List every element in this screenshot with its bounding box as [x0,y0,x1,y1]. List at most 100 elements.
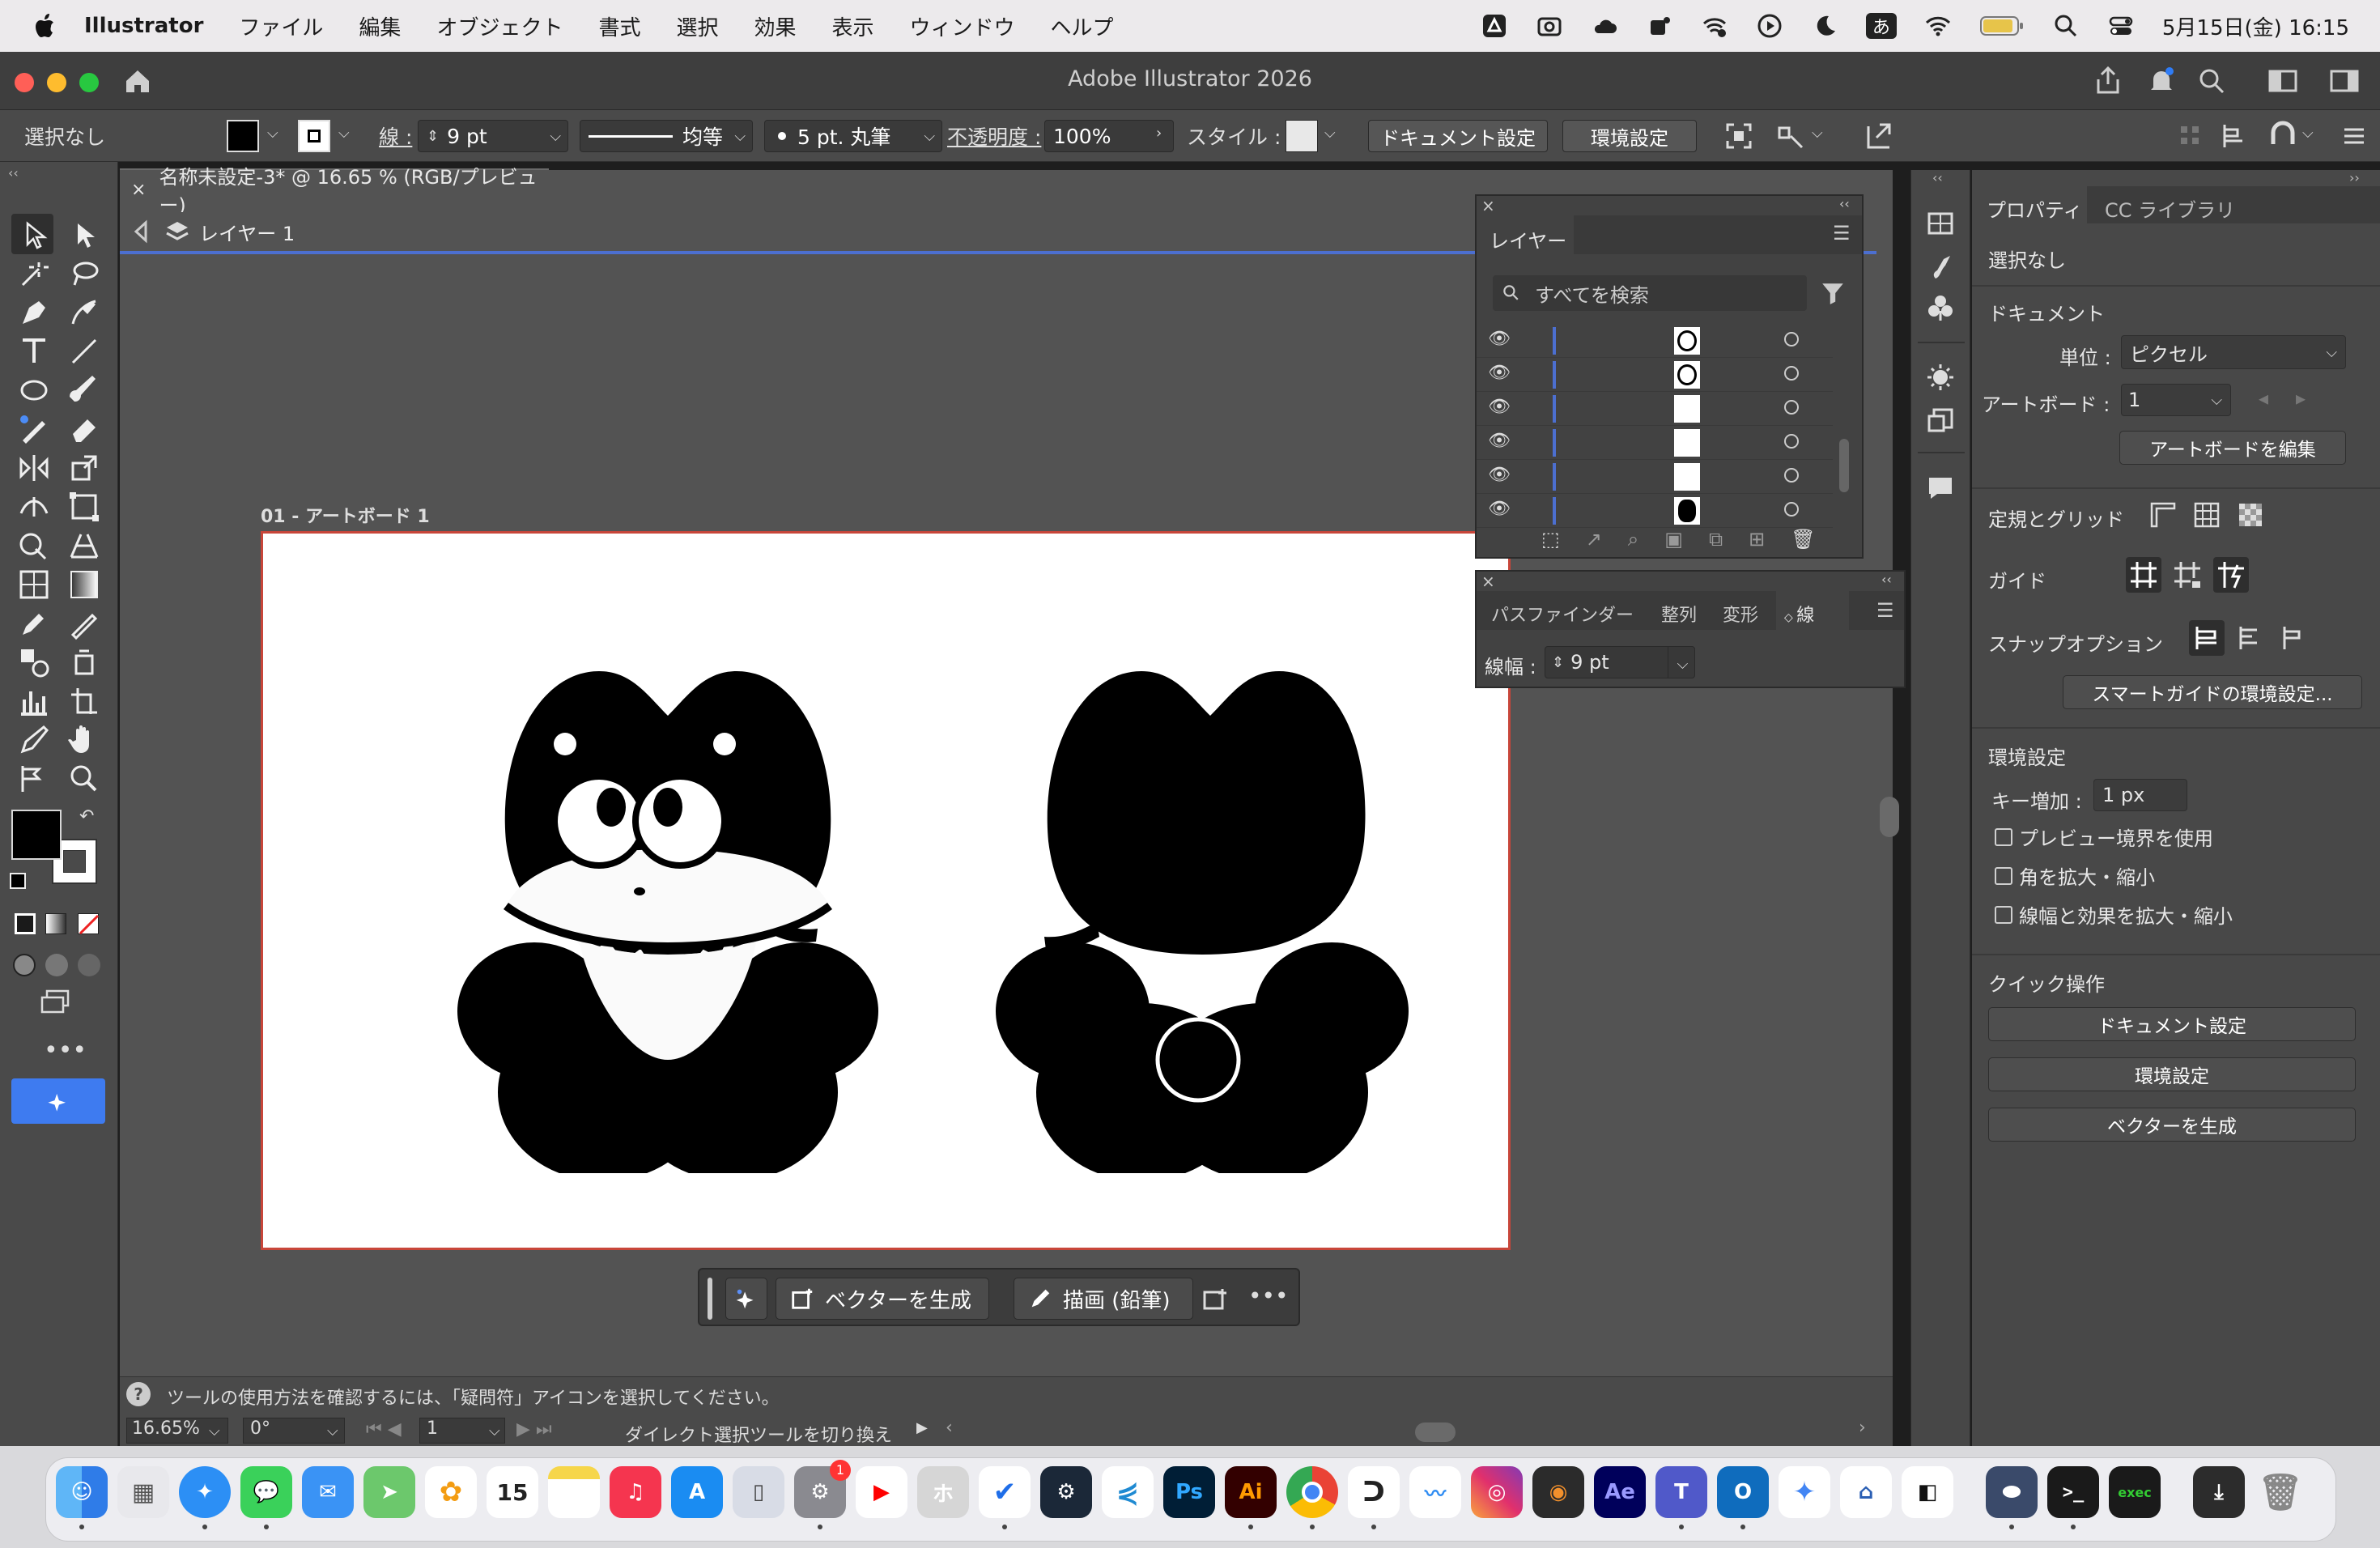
close-panel-icon[interactable]: × [1481,196,1495,215]
cloud-icon[interactable] [1591,12,1618,40]
tab-transform[interactable]: 変形 [1723,601,1758,627]
edit-toolbar-ellipsis-icon[interactable]: ••• [44,1036,87,1065]
symbol-sprayer-tool-icon[interactable] [65,644,104,680]
new-layer-icon[interactable]: ⊞ [1749,528,1765,551]
dock-ho-app[interactable]: ホ [917,1466,969,1518]
dock-freeform[interactable]: 〰 [1409,1466,1461,1518]
dock-safari[interactable]: ✦ [179,1466,231,1518]
transparency-grid-icon[interactable] [2236,500,2265,529]
menu-file[interactable]: ファイル [239,11,323,41]
eyedropper-tool-icon[interactable] [15,606,53,641]
magic-wand-tool-icon[interactable] [15,256,53,291]
qa-generate-vector-button[interactable]: ベクターを生成 [1988,1108,2356,1142]
menubar-clock[interactable]: 5月15日(金) 16:15 [2162,11,2349,41]
menu-edit[interactable]: 編集 [359,11,401,41]
gradient-mode-button[interactable] [45,913,66,934]
none-mode-button[interactable] [78,913,100,935]
dock-messages[interactable]: 💬 [240,1466,292,1518]
dock-after-effects[interactable]: Ae [1594,1466,1646,1518]
filter-icon[interactable] [1820,280,1846,306]
snap-to-point-icon[interactable] [2233,620,2268,656]
control-center-icon[interactable] [2107,12,2135,40]
tab-align[interactable]: 整列 [1661,601,1697,627]
draw-behind-icon[interactable] [45,954,68,976]
overflow-menu-icon[interactable] [2338,120,2370,152]
default-fill-stroke-icon[interactable] [10,873,26,889]
ellipse-tool-icon[interactable] [15,372,53,408]
focus-moon-icon[interactable] [1811,12,1838,40]
unit-select[interactable]: ピクセル ⌵ [2121,335,2346,369]
shape-builder-tool-icon[interactable] [15,528,53,563]
teams-icon[interactable] [1646,12,1673,40]
panel-menu-icon[interactable]: ☰ [1876,599,1894,622]
dock-trash[interactable]: 🗑 [2255,1466,2306,1518]
battery-icon[interactable] [1979,15,2025,37]
play-icon[interactable] [1756,12,1783,40]
locate-object-icon[interactable]: ⌕ [1628,528,1638,551]
dock-exec[interactable]: exec [2109,1466,2161,1518]
artboard[interactable] [261,531,1511,1250]
visibility-eye-icon[interactable]: 👁 [1488,397,1511,417]
document-setup-button[interactable]: ドキュメント設定 [1368,120,1548,152]
stroke-swatch[interactable] [298,120,330,152]
hand-tool-icon[interactable] [65,722,104,758]
opacity-label[interactable]: 不透明度 : [947,121,1041,151]
notifications-bell-icon[interactable] [2145,65,2178,97]
chevron-down-icon[interactable]: ⌵ [734,128,746,145]
layers-search-input[interactable]: すべてを検索 [1493,275,1807,311]
line-segment-tool-icon[interactable] [65,334,104,369]
zoom-tool-icon[interactable] [65,761,104,797]
shaper-tool-icon[interactable] [15,411,53,447]
collapse-panel-icon[interactable]: ‹‹ [1881,572,1892,587]
generative-ai-button[interactable] [11,1078,105,1124]
type-tool-icon[interactable] [15,334,53,369]
visibility-eye-icon[interactable]: 👁 [1488,499,1511,519]
chevron-down-icon[interactable]: ⌵ [1812,125,1823,142]
swap-fill-stroke-icon[interactable]: ↶ [79,806,94,827]
stepper-icon[interactable]: ⇕ [1552,654,1564,671]
draw-normal-icon[interactable] [13,954,36,976]
column-graph-tool-icon[interactable] [15,683,53,719]
vpn-icon[interactable] [1701,12,1728,40]
selection-tool-icon[interactable] [15,217,53,253]
smart-guide-preferences-button[interactable]: スマートガイドの環境設定... [2063,675,2362,709]
tab-cc-libraries[interactable]: CC ライブラリ [2105,194,2235,223]
dock-vscode[interactable]: ⋞ [1102,1466,1154,1518]
artboard-select[interactable]: 1 ⌵ [2121,384,2231,416]
stroke-dropdown-chevron-icon[interactable]: ⌵ [338,125,350,142]
collapse-panel-icon[interactable]: ‹‹ [1839,196,1850,211]
symbols-panel-icon[interactable] [1924,291,1957,324]
search-icon[interactable] [2195,65,2228,97]
ime-indicator[interactable]: あ [1865,13,1897,39]
slice-tool-icon[interactable] [15,722,53,758]
dock-music[interactable]: ♫ [610,1466,661,1518]
opacity-arrow-icon[interactable]: › [1156,125,1162,142]
visibility-eye-icon[interactable]: 👁 [1488,329,1511,349]
layer-row[interactable]: 👁 [1477,494,1833,528]
dock-toolbox[interactable]: ⌂ [1840,1466,1892,1518]
character-back-artwork[interactable] [992,655,1413,1173]
puppet-warp-icon[interactable] [1774,120,1807,152]
dock-iphone-mirroring[interactable]: ▯ [733,1466,784,1518]
target-circle-icon[interactable] [1784,400,1799,415]
back-arrow-icon[interactable] [128,218,155,245]
scale-strokes-checkbox-row[interactable]: 線幅と効果を拡大・縮小 [1995,900,2233,929]
artboard-nav-last-icon[interactable]: ▶ ⏭ [516,1419,552,1440]
menu-type[interactable]: 書式 [598,11,640,41]
visibility-eye-icon[interactable]: 👁 [1488,465,1511,485]
dock-notes[interactable] [548,1466,600,1518]
layer-row[interactable]: 👁 [1477,392,1833,426]
dock-terminal[interactable]: >_ [2047,1466,2099,1518]
pen-tool-icon[interactable] [15,295,53,330]
dock-instagram[interactable]: ◎ [1471,1466,1523,1518]
export-icon[interactable] [1862,120,1894,152]
dock-app-store[interactable]: A [671,1466,723,1518]
chevron-down-icon[interactable]: ⌵ [2302,125,2314,142]
taskbar-drag-handle[interactable] [708,1278,712,1320]
guides-toggle-active[interactable] [2126,557,2161,593]
align-grid-icon[interactable] [2174,120,2207,152]
dock-photos[interactable]: ✿ [425,1466,477,1518]
key-increment-input[interactable]: 1 px [2093,779,2187,811]
target-circle-icon[interactable] [1784,366,1799,381]
taskbar-generate-vector-button[interactable]: ベクターを生成 [776,1278,989,1320]
